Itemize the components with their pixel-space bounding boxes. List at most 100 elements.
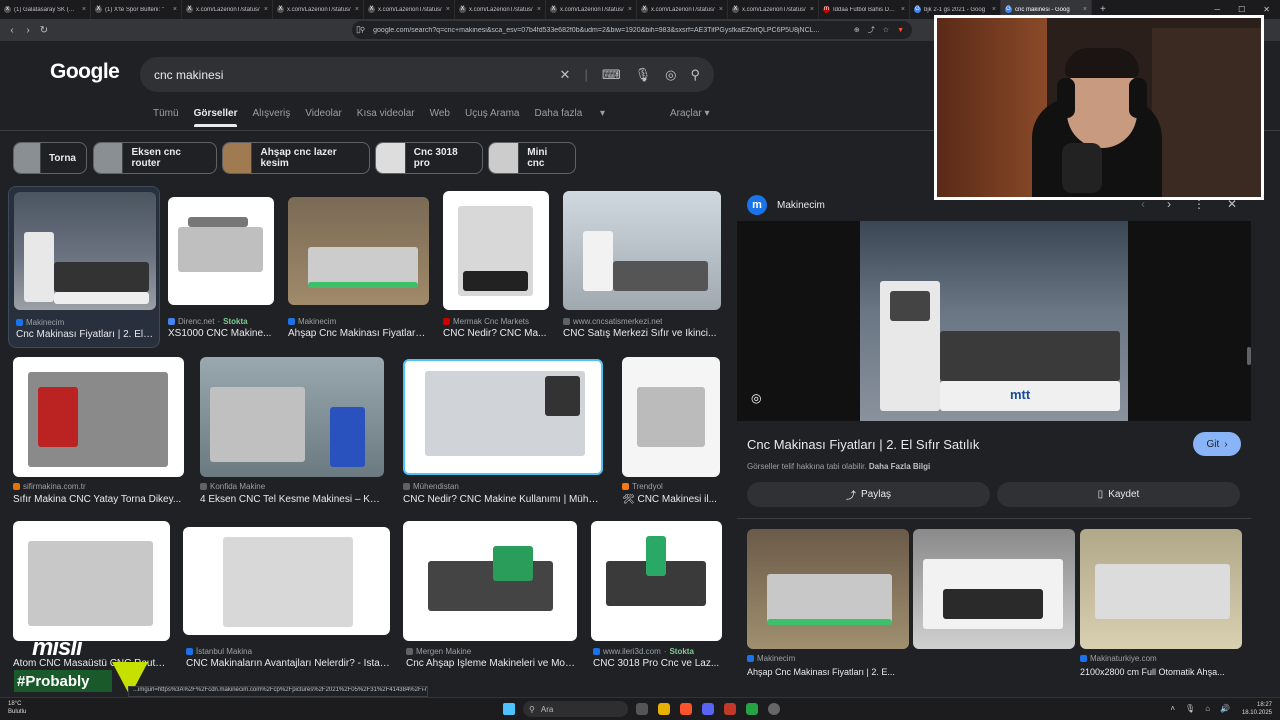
chip-torna[interactable]: Torna bbox=[13, 142, 87, 174]
tab-close-icon[interactable]: × bbox=[446, 6, 450, 13]
browser-tab[interactable]: Xx.com/LazerionT/status/ × bbox=[455, 0, 546, 19]
tab-close-icon[interactable]: × bbox=[1083, 6, 1087, 13]
result-title[interactable]: CNC Satış Merkezi Sıfır ve İkinci... bbox=[563, 328, 721, 339]
chevron-up-icon[interactable]: ˄ bbox=[1170, 704, 1175, 713]
tab-all[interactable]: Tümü bbox=[153, 108, 179, 119]
app-icon[interactable] bbox=[724, 703, 736, 715]
result-image[interactable] bbox=[591, 521, 722, 641]
keyboard-icon[interactable]: ⌨ bbox=[602, 67, 621, 83]
result-image[interactable] bbox=[403, 521, 577, 641]
tab-close-icon[interactable]: × bbox=[537, 6, 541, 13]
result-card[interactable]: sifirmakina.com.tr Sıfır Makina CNC Yata… bbox=[13, 357, 185, 512]
brave-icon[interactable] bbox=[680, 703, 692, 715]
brave-shield-icon[interactable]: ▼ bbox=[897, 27, 904, 34]
whatsapp-icon[interactable] bbox=[746, 703, 758, 715]
microphone-icon[interactable]: 🎙 bbox=[635, 67, 652, 83]
tab-close-icon[interactable]: × bbox=[82, 6, 86, 13]
browser-tab[interactable]: x (1) Galatasaray SK (@Ga × bbox=[0, 0, 91, 19]
chip-cnc-3018-pro[interactable]: Cnc 3018 pro bbox=[375, 142, 483, 174]
panel-site-name[interactable]: Makinecim bbox=[777, 200, 825, 211]
result-card[interactable]: Mühendistan CNC Nedir? CNC Makine Kullan… bbox=[403, 357, 603, 512]
result-image[interactable] bbox=[563, 191, 721, 310]
result-image[interactable] bbox=[288, 197, 429, 305]
forward-icon[interactable]: › bbox=[20, 25, 36, 36]
result-image[interactable] bbox=[14, 192, 156, 310]
search-query[interactable]: cnc makinesi bbox=[154, 68, 560, 82]
result-image[interactable] bbox=[13, 521, 170, 641]
start-icon[interactable] bbox=[503, 703, 515, 715]
panel-scrollbar[interactable] bbox=[1247, 347, 1251, 365]
tab-close-icon[interactable]: × bbox=[173, 6, 177, 13]
back-icon[interactable]: ‹ bbox=[4, 25, 20, 36]
tab-videos[interactable]: Videolar bbox=[305, 108, 342, 119]
bookmark-icon[interactable]: ▯ bbox=[356, 24, 361, 35]
result-card[interactable]: www.cncsatismerkezi.net CNC Satış Merkez… bbox=[563, 191, 723, 346]
tab-close-icon[interactable]: × bbox=[719, 6, 723, 13]
new-tab-button[interactable]: + bbox=[1092, 4, 1114, 15]
tab-more[interactable]: Daha fazla ▾ bbox=[534, 108, 605, 119]
result-card[interactable]: Trendyol 🛠 CNC Makinesi il... bbox=[622, 357, 722, 512]
weather-widget[interactable]: 18°C Bulutlu bbox=[8, 700, 26, 716]
result-card[interactable]: Makinecim Ahşap Cnc Makinası Fiyatları |… bbox=[288, 191, 430, 346]
result-title[interactable]: CNC 3018 Pro Cnc ve Laz... bbox=[593, 658, 723, 669]
maximize-icon[interactable]: ☐ bbox=[1238, 5, 1245, 14]
result-title[interactable]: CNC Nedir? CNC Ma... bbox=[443, 328, 549, 339]
result-title[interactable]: XS1000 CNC Makine... bbox=[168, 328, 274, 339]
tab-close-icon[interactable]: × bbox=[628, 6, 632, 13]
result-card[interactable]: www.ileri3d.com · Stokta CNC 3018 Pro Cn… bbox=[591, 521, 723, 676]
lens-icon[interactable]: ◎ bbox=[665, 67, 676, 83]
result-title[interactable]: Ahşap Cnc Makinası Fiyatları | 2... bbox=[288, 328, 428, 339]
taskbar-search[interactable]: ⚲ Ara bbox=[523, 701, 628, 717]
browser-tab[interactable]: Xx.com/LazerionT/status/ × bbox=[273, 0, 364, 19]
save-button[interactable]: ▯ Kaydet bbox=[997, 482, 1240, 507]
result-card[interactable]: Direnc.net · Stokta XS1000 CNC Makine... bbox=[168, 191, 276, 346]
result-card[interactable]: Konfida Makine 4 Eksen CNC Tel Kesme Mak… bbox=[200, 357, 385, 512]
browser-tab[interactable]: Xx.com/LazerionT/status/ × bbox=[728, 0, 819, 19]
result-image[interactable] bbox=[13, 357, 184, 477]
result-title[interactable]: CNC Nedir? CNC Makine Kullanımı | Mühen.… bbox=[403, 494, 603, 505]
chip-mini-cnc[interactable]: Mini cnc bbox=[488, 142, 576, 174]
tab-close-icon[interactable]: × bbox=[264, 6, 268, 13]
tab-close-icon[interactable]: × bbox=[810, 6, 814, 13]
browser-tab[interactable]: Xx.com/LazerionT/status/ × bbox=[546, 0, 637, 19]
clear-icon[interactable]: ✕ bbox=[560, 67, 571, 83]
visit-button[interactable]: Git › bbox=[1193, 432, 1241, 456]
minimize-icon[interactable]: ─ bbox=[1214, 5, 1220, 14]
related-image[interactable] bbox=[1080, 529, 1242, 649]
result-image[interactable] bbox=[200, 357, 384, 477]
google-logo[interactable]: Google bbox=[50, 60, 120, 84]
result-image[interactable] bbox=[183, 527, 390, 635]
related-image[interactable] bbox=[913, 529, 1075, 649]
obs-icon[interactable] bbox=[768, 703, 780, 715]
tab-web[interactable]: Web bbox=[430, 108, 450, 119]
site-logo[interactable]: m bbox=[747, 195, 767, 215]
browser-tab[interactable]: m İddaa Futbol Bahis Detay × bbox=[819, 0, 910, 19]
result-image[interactable] bbox=[403, 359, 603, 475]
address-bar[interactable]: ⚲ google.com/search?q=cnc+makinesi&sca_e… bbox=[352, 21, 912, 39]
panel-main-image[interactable]: mtt bbox=[860, 221, 1128, 421]
zoom-icon[interactable]: ⊕ bbox=[854, 26, 860, 34]
file-explorer-icon[interactable] bbox=[658, 703, 670, 715]
lens-search-icon[interactable]: ◎ bbox=[751, 391, 761, 405]
chip-eksen-cnc-router[interactable]: Eksen cnc router bbox=[93, 142, 217, 174]
network-icon[interactable]: ⌂ bbox=[1205, 704, 1210, 713]
result-image[interactable] bbox=[168, 197, 274, 305]
close-window-icon[interactable]: ✕ bbox=[1263, 5, 1270, 14]
result-card[interactable]: İstanbul Makina CNC Makinaların Avantajl… bbox=[183, 521, 391, 676]
bookmark-star-icon[interactable]: ☆ bbox=[883, 26, 889, 34]
tab-shopping[interactable]: Alışveriş bbox=[252, 108, 290, 119]
tab-close-icon[interactable]: × bbox=[901, 6, 905, 13]
clock[interactable]: 18:27 18.10.2025 bbox=[1242, 701, 1272, 717]
tab-close-icon[interactable]: × bbox=[355, 6, 359, 13]
tab-short-videos[interactable]: Kısa videolar bbox=[357, 108, 415, 119]
panel-title[interactable]: Cnc Makinası Fiyatları | 2. El Sıfır Sat… bbox=[747, 437, 979, 452]
result-image[interactable] bbox=[443, 191, 549, 310]
browser-tab[interactable]: Xx.com/LazerionT/status/ × bbox=[364, 0, 455, 19]
result-title[interactable]: Cnc Makinası Fiyatları | 2. El Sıfır Sat… bbox=[16, 329, 154, 340]
tab-images[interactable]: Görseller bbox=[193, 108, 237, 127]
browser-tab[interactable]: X (1) X'te Spor Bülteni: " × bbox=[91, 0, 182, 19]
result-title[interactable]: Cnc Ahşap İşleme Makineleri ve Mod... bbox=[406, 658, 578, 669]
search-icon[interactable]: ⚲ bbox=[690, 67, 700, 83]
share-button[interactable]: ⤴ Paylaş bbox=[747, 482, 990, 507]
volume-icon[interactable]: 🔊 bbox=[1220, 704, 1230, 713]
